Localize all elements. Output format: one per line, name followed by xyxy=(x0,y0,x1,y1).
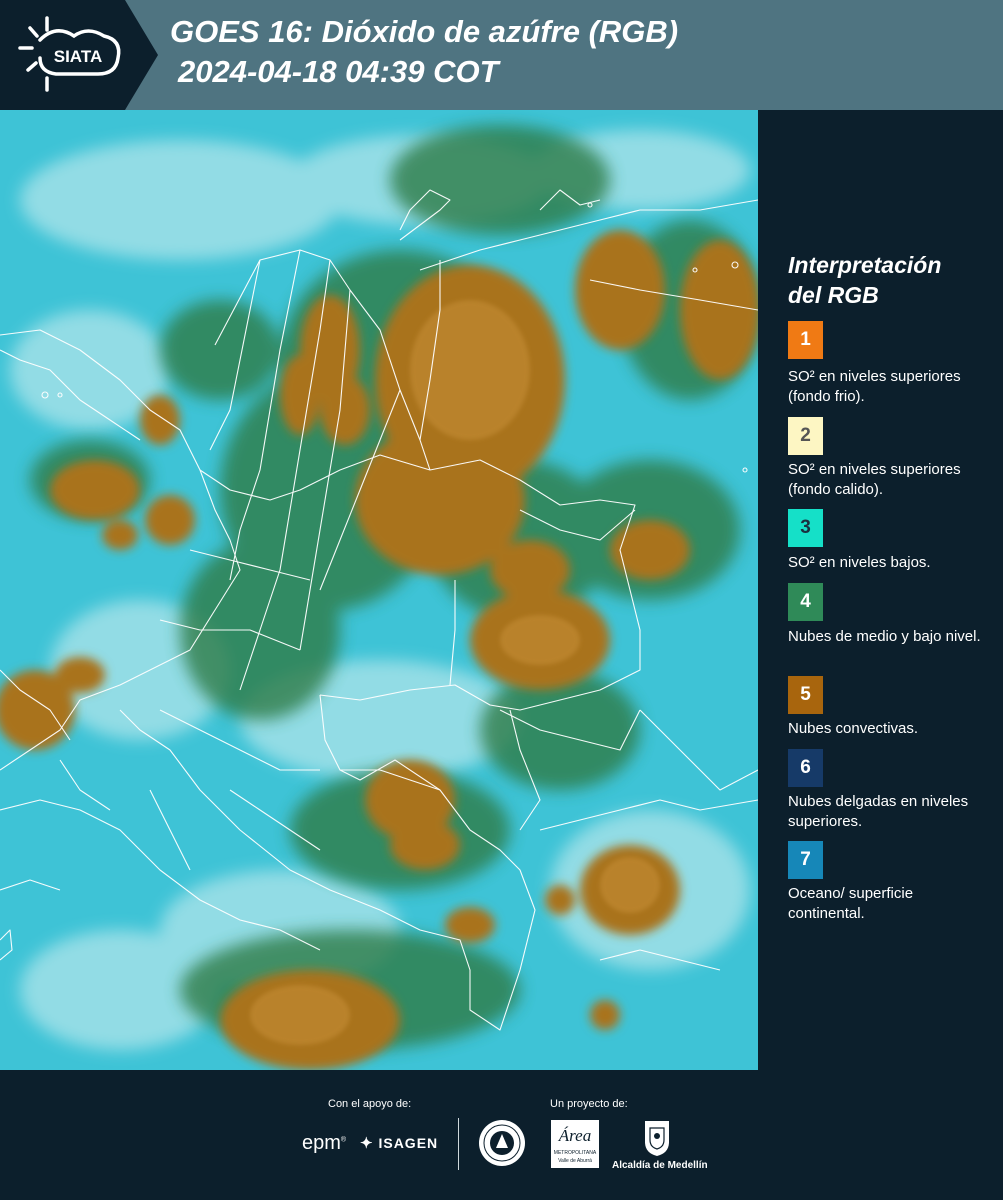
legend-desc-4: Nubes de medio y bajo nivel. xyxy=(788,628,981,645)
isagen-icon: ✦ xyxy=(360,1135,374,1152)
header-bar: SIATA GOES 16: Dióxido de azúfre (RGB) 2… xyxy=(0,0,1003,110)
legend-title-line2: del RGB xyxy=(788,282,879,308)
siata-logo-text: SIATA xyxy=(54,47,102,66)
isagen-logo-text: ISAGEN xyxy=(378,1135,439,1151)
area-logo-word: Área xyxy=(558,1126,592,1145)
legend-desc-3: SO² en niveles bajos. xyxy=(788,554,931,571)
legend-desc-2: SO² en niveles superiores (fondo calido)… xyxy=(788,461,961,498)
project-label: Un proyecto de: xyxy=(550,1098,628,1110)
page-timestamp: 2024-04-18 04:39 COT xyxy=(178,54,499,89)
footer: Con el apoyo de: Un proyecto de: epm® ✦ … xyxy=(0,1070,1003,1200)
legend-swatch-7: 7 xyxy=(788,841,823,879)
alcaldia-shield-icon xyxy=(645,1121,669,1156)
legend-swatch-6: 6 xyxy=(788,749,823,787)
legend-swatch-3: 3 xyxy=(788,509,823,547)
satellite-rgb-image xyxy=(0,110,758,1070)
area-logo-sub1: METROPOLITANA xyxy=(553,1150,597,1156)
alcaldia-label: Alcaldía de Medellín xyxy=(612,1160,708,1171)
footer-divider xyxy=(458,1118,459,1170)
legend-desc-1: SO² en niveles superiores (fondo frio). xyxy=(788,368,961,405)
legend-swatch-2: 2 xyxy=(788,417,823,455)
legend-swatch-1: 1 xyxy=(788,321,823,359)
siata-logo: SIATA xyxy=(0,0,158,110)
area-logo-sub2: Valle de Aburrá xyxy=(558,1158,592,1164)
legend-swatch-4: 4 xyxy=(788,583,823,621)
epm-logo-text: epm xyxy=(302,1132,341,1154)
area-metropolitana-logo: Área METROPOLITANA Valle de Aburrá xyxy=(551,1120,599,1168)
epm-logo: epm® xyxy=(302,1132,347,1154)
seal-logo xyxy=(479,1120,525,1166)
support-label: Con el apoyo de: xyxy=(328,1098,412,1110)
legend-desc-5: Nubes convectivas. xyxy=(788,720,919,737)
legend-title-line1: Interpretación xyxy=(788,252,942,278)
legend-panel: Interpretación del RGB 1 SO² en niveles … xyxy=(758,110,1003,1070)
isagen-logo: ✦ ISAGEN xyxy=(360,1134,438,1152)
legend-title: Interpretación del RGB xyxy=(788,250,988,310)
legend-swatch-5: 5 xyxy=(788,676,823,714)
legend-desc-7: Oceano/ superficie continental. xyxy=(788,885,914,922)
page-title: GOES 16: Dióxido de azúfre (RGB) xyxy=(170,14,679,49)
legend-desc-6: Nubes delgadas en niveles superiores. xyxy=(788,793,969,830)
